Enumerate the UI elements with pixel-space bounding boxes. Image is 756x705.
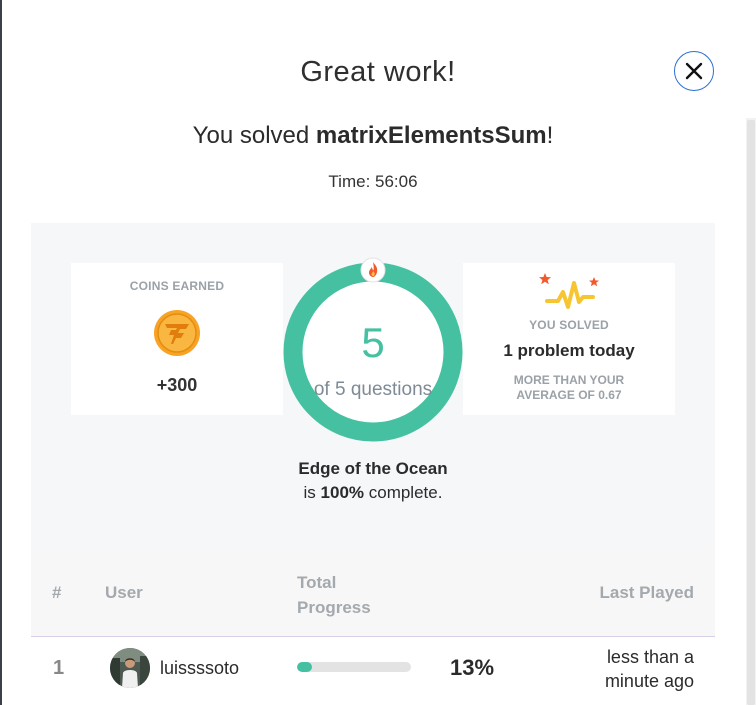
stats-panel: COINS EARNED +300 5 of 5 questions YOU S… — [31, 223, 715, 547]
arcade-name: Edge of the Ocean — [298, 459, 448, 478]
sparkle-chart-icon — [539, 273, 599, 309]
coin-icon — [154, 310, 200, 356]
solved-prefix: You solved — [192, 122, 316, 149]
coins-card: COINS EARNED +300 — [71, 263, 283, 415]
column-progress-line2: Progress — [297, 598, 371, 617]
arcade-status-prefix: is — [303, 483, 321, 502]
arcade-status-suffix: complete. — [364, 483, 443, 502]
coins-value: +300 — [156, 375, 198, 395]
solved-message: You solved matrixElementsSum! — [0, 122, 746, 150]
row-last-played: less than a minute ago — [604, 647, 694, 691]
window-edge — [0, 0, 2, 705]
close-icon — [685, 62, 703, 80]
modal-title: Great work! — [300, 56, 456, 88]
completion-modal: Great work! You solved matrixElementsSum… — [0, 0, 756, 705]
avatar[interactable] — [110, 648, 150, 688]
ring-count: 5 — [361, 319, 385, 366]
progress-bar — [297, 662, 411, 672]
solve-time: Time: 56:06 — [328, 172, 418, 191]
progress-bar-fill — [297, 662, 312, 672]
solved-label: YOU SOLVED — [529, 318, 609, 332]
flame-icon — [360, 257, 386, 283]
column-rank: # — [52, 583, 62, 602]
solved-note: MORE THAN YOUR AVERAGE OF 0.67 — [463, 373, 675, 403]
row-rank: 1 — [53, 657, 65, 679]
row-username[interactable]: luissssoto — [160, 658, 239, 679]
arcade-percent: 100% — [320, 483, 365, 502]
solved-count: 1 problem today — [503, 341, 635, 360]
close-button[interactable] — [674, 51, 714, 91]
table-row[interactable]: 1 luissssoto 13% less than a minute ago — [31, 637, 715, 705]
scrollbar-thumb[interactable] — [747, 120, 755, 705]
column-last-played: Last Played — [599, 583, 695, 602]
solved-card: YOU SOLVED 1 problem today MORE THAN YOU… — [463, 263, 675, 415]
solved-note-line1: MORE THAN YOUR — [513, 373, 625, 387]
column-progress-line1: Total — [297, 573, 337, 592]
solved-suffix: ! — [546, 122, 554, 149]
column-user: User — [105, 583, 143, 602]
leaderboard-header: # User Total Progress Last Played — [31, 547, 715, 637]
ring-subtitle: of 5 questions — [313, 379, 433, 400]
arcade-status: is 100% complete. — [31, 483, 715, 503]
column-progress: Total Progress — [297, 570, 371, 620]
row-progress-percent: 13% — [450, 655, 495, 680]
task-name: matrixElementsSum — [315, 122, 547, 149]
solved-note-line2: AVERAGE OF 0.67 — [516, 388, 622, 402]
coins-label: COINS EARNED — [129, 279, 225, 293]
